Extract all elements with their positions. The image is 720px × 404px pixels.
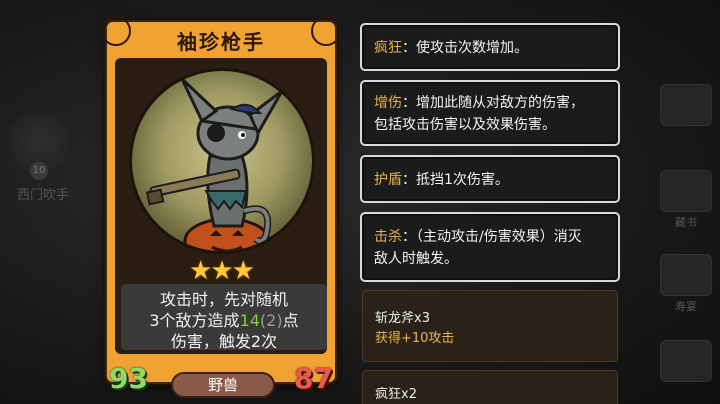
card-description: 攻击时，先对随机 3个敌方造成14(2)点 伤害，触发2次 xyxy=(121,284,327,351)
keyword-text-line2: 敌人时触发。 xyxy=(374,251,458,267)
item-name: 疯狂x2 xyxy=(375,387,417,402)
attack-value: 93 xyxy=(109,362,148,395)
keyword-name: 击杀 xyxy=(374,229,402,245)
desc-line-3: 伤害，触发2次 xyxy=(170,332,278,351)
tribe-badge: 野兽 xyxy=(171,372,275,398)
keyword-name: 护盾 xyxy=(374,172,402,188)
background-hero-name: 西门吹手 xyxy=(16,188,69,203)
keyword-text: ：抵挡1次伤害。 xyxy=(402,172,509,188)
item-name: 斩龙斧x3 xyxy=(375,311,430,326)
keyword-panel-damage-boost: 增伤：增加此随从对敌方的伤害， 包括攻击伤害以及效果伤害。 xyxy=(360,80,620,146)
item-bonus: 获得+10攻击 xyxy=(375,331,455,346)
keyword-panel-shield: 护盾：抵挡1次伤害。 xyxy=(360,155,620,203)
keyword-panel-kill: 击杀：（主动攻击/伤害效果）消灭 敌人时触发。 xyxy=(360,212,620,282)
keyword-name: 增伤 xyxy=(374,95,402,111)
gunner-cat-illustration xyxy=(145,77,284,251)
minion-card: 袖珍枪手 ★★★ 攻击时，先对随机 3个敌方造成14(2)点 伤害，触发2次 9… xyxy=(101,16,341,398)
keyword-text: ：（主动攻击/伤害效果）消灭 xyxy=(402,229,582,245)
background-book-icon xyxy=(660,170,712,212)
star-rating: ★★★ xyxy=(189,256,255,286)
keyword-text-line2: 包括攻击伤害以及效果伤害。 xyxy=(374,117,556,133)
background-shop-icon xyxy=(660,84,712,126)
keyword-panel-frenzy: 疯狂：使攻击次数增加。 xyxy=(360,23,620,71)
card-portrait xyxy=(129,68,315,254)
background-book-label: 藏书 xyxy=(675,216,697,229)
background-feast-icon xyxy=(660,254,712,296)
item-panel-dragon-axe: 斩龙斧x3 获得+10攻击 xyxy=(362,290,618,362)
health-value: 87 xyxy=(294,362,333,395)
background-feast-label: 寿宴 xyxy=(675,300,697,313)
card-title: 袖珍枪手 xyxy=(177,30,265,54)
keyword-text: ：使攻击次数增加。 xyxy=(402,40,528,56)
keyword-name: 疯狂 xyxy=(374,40,402,56)
keyword-text: ：增加此随从对敌方的伤害， xyxy=(402,95,584,111)
background-extra-icon xyxy=(660,340,712,382)
background-hero-level: 10 xyxy=(30,162,48,180)
item-panel-frenzy: 疯狂x2 xyxy=(362,370,618,404)
